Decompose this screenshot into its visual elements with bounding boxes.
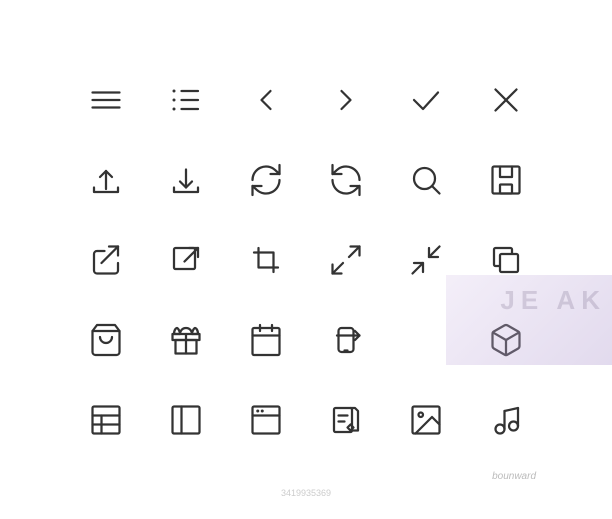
share-icon bbox=[66, 220, 146, 300]
upload-icon bbox=[66, 140, 146, 220]
checkmark-icon bbox=[386, 60, 466, 140]
save-icon bbox=[466, 140, 546, 220]
image-icon bbox=[386, 380, 466, 460]
list-icon bbox=[146, 60, 226, 140]
hamburger-menu-icon bbox=[66, 60, 146, 140]
close-icon bbox=[466, 60, 546, 140]
compress-icon bbox=[386, 220, 466, 300]
getty-id: 3419935369 bbox=[281, 488, 331, 498]
crop-icon bbox=[226, 220, 306, 300]
music-icon bbox=[466, 380, 546, 460]
arrow-left-icon bbox=[226, 60, 306, 140]
expand-icon bbox=[306, 220, 386, 300]
shopping-bag-icon bbox=[66, 300, 146, 380]
calendar-icon bbox=[226, 300, 306, 380]
download-icon bbox=[146, 140, 226, 220]
search-icon bbox=[386, 140, 466, 220]
table-icon bbox=[66, 380, 146, 460]
phone-rotate-icon bbox=[306, 300, 386, 380]
icon-grid bbox=[66, 60, 546, 460]
external-link-icon bbox=[146, 220, 226, 300]
refresh-cw-icon bbox=[226, 140, 306, 220]
sidebar-icon bbox=[146, 380, 226, 460]
gift-icon bbox=[146, 300, 226, 380]
edit-icon bbox=[306, 380, 386, 460]
arrow-right-icon bbox=[306, 60, 386, 140]
refresh-ccw-icon bbox=[306, 140, 386, 220]
brand-watermark: bounward bbox=[492, 471, 536, 482]
layers-icon bbox=[466, 220, 546, 300]
watermark-placeholder bbox=[386, 300, 466, 380]
box-3d-icon bbox=[466, 300, 546, 380]
browser-icon bbox=[226, 380, 306, 460]
